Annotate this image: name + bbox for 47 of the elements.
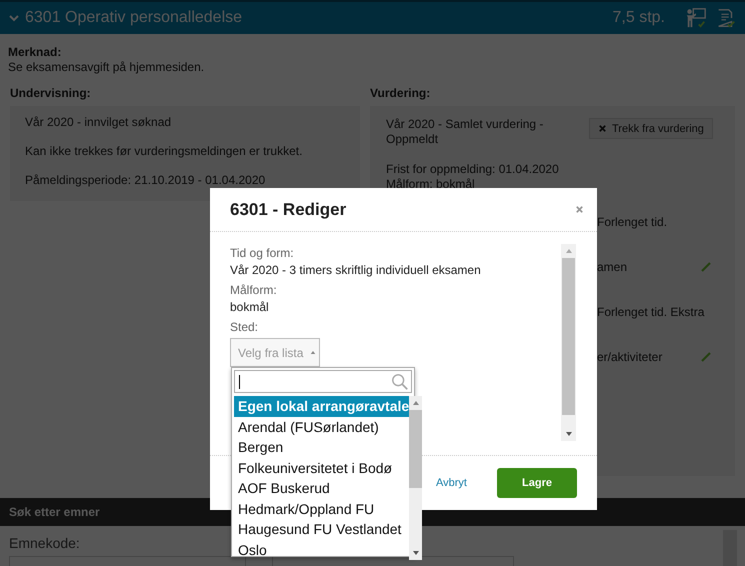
pencil-icon[interactable] — [700, 260, 712, 272]
dialog-title: 6301 - Rediger — [230, 200, 346, 220]
note-text: Se eksamensavgift på hjemmesiden. — [8, 60, 206, 75]
field-label: Sted: — [230, 319, 260, 336]
caret-icon — [310, 350, 316, 355]
scroll-up-icon[interactable] — [564, 248, 572, 254]
course-title: 6301 Operativ personalledelse — [25, 9, 242, 27]
assessment-title: Vår 2020 - Samlet vurdering - Oppmeldt — [386, 117, 544, 147]
teaching-line: Påmeldingsperiode: 21.10.2019 - 01.04.2020 — [25, 173, 266, 188]
detail-text: er/aktiviteter — [597, 350, 662, 364]
dropdown-option[interactable]: Arendal (FUSørlandet) — [234, 416, 410, 437]
close-icon — [598, 124, 607, 133]
cancel-link[interactable]: Avbryt — [436, 477, 467, 489]
teaching-line: Kan ikke trekkes før vurderingsmeldingen er trukket. — [25, 144, 304, 159]
teacher-icon[interactable] — [685, 7, 707, 29]
search-icon — [391, 372, 409, 390]
scrollbar[interactable] — [409, 396, 422, 560]
assessment-line: Frist for oppmelding: 01.04.2020 — [386, 162, 560, 177]
detail-text: Forlenget tid. — [597, 214, 668, 228]
search-heading: Søk etter emner — [9, 505, 100, 519]
field-label: Målform: — [230, 282, 278, 299]
scrollbar[interactable] — [561, 244, 576, 441]
credits-text: 7,5 stp. — [612, 9, 665, 27]
detail-text: Forlenget tid. Ekstra — [597, 304, 704, 318]
dropdown-option[interactable]: Folkeuniversitetet i Bodø — [234, 458, 410, 478]
close-icon[interactable] — [575, 205, 584, 214]
scroll-down-icon[interactable] — [564, 431, 572, 437]
assessment-line: Målform: bokmål — [386, 177, 476, 192]
field-label: Tid og form: — [230, 245, 295, 262]
field-value: bokmål — [230, 299, 270, 316]
dropdown-option[interactable]: Egen lokal arrangøravtale — [234, 396, 410, 416]
note-label: Merknad: — [8, 45, 62, 60]
field-value: Vår 2020 - 3 timers skriftlig individuell eksamen — [230, 262, 482, 279]
detail-text: amen — [597, 260, 628, 274]
field-label: Emnekode: — [9, 535, 80, 551]
pencil-icon[interactable] — [700, 350, 712, 362]
save-button[interactable]: Lagre — [497, 468, 577, 498]
assessment-heading: Vurdering: — [370, 86, 432, 101]
dropdown-option[interactable]: AOF Buskerud — [234, 478, 410, 498]
teaching-line: Vår 2020 - innvilget søknad — [25, 115, 172, 130]
search-field[interactable] — [234, 370, 412, 393]
dropdown-option[interactable]: Oslo — [234, 540, 410, 560]
scroll-up-icon[interactable] — [412, 400, 420, 406]
teaching-heading: Undervisning: — [10, 86, 92, 101]
dropdown-option[interactable]: Bergen — [234, 437, 410, 458]
dropdown-option[interactable]: Haugesund FU Vestlandet — [234, 519, 410, 540]
dropdown-option[interactable]: Hedmark/Oppland FU — [234, 498, 410, 519]
